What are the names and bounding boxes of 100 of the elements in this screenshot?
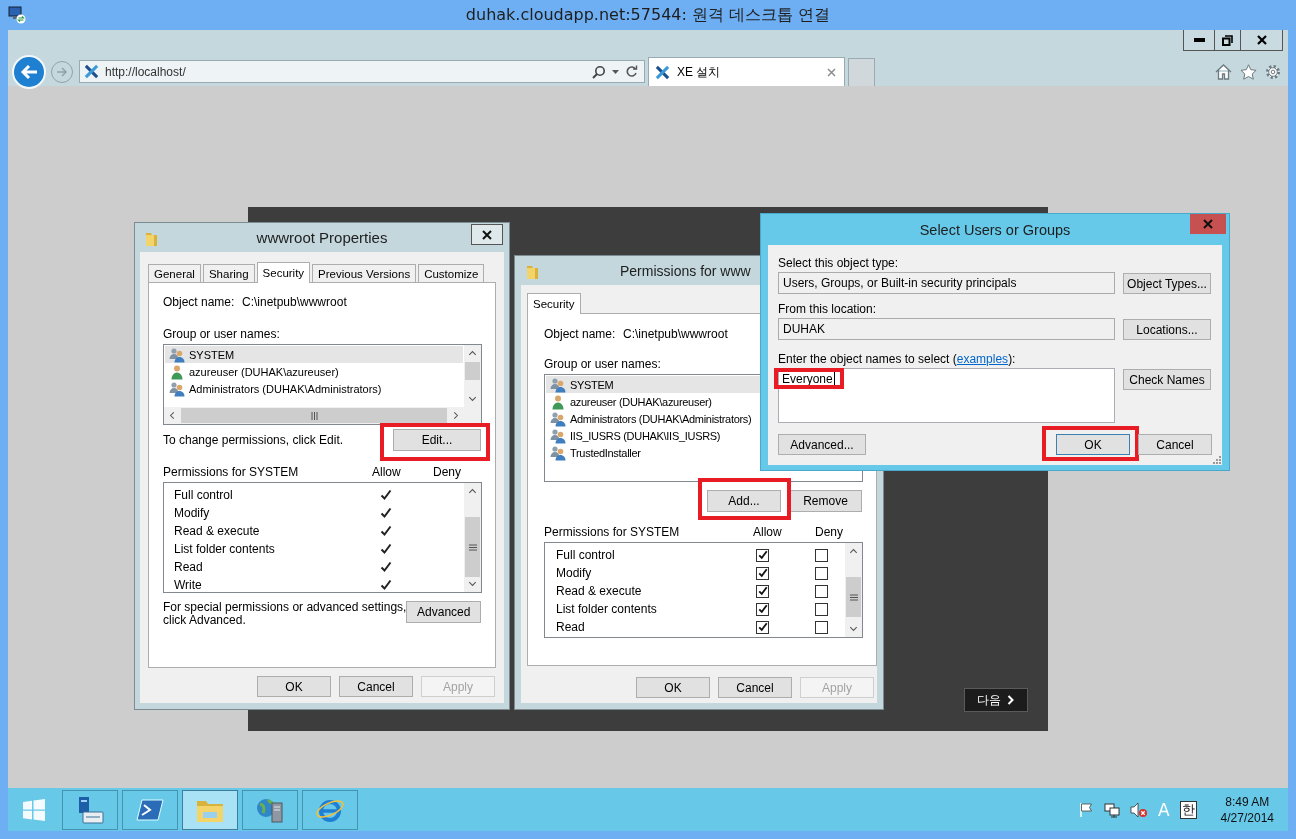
permission-name: Modify [555, 566, 593, 580]
list-item[interactable]: IIS_IUSRS (DUHAK\IIS_IUSRS) [546, 427, 760, 444]
scroll-thumb[interactable] [465, 362, 480, 380]
list-item[interactable]: azureuser (DUHAK\azureuser) [165, 363, 463, 380]
check-names-button[interactable]: Check Names [1123, 369, 1211, 390]
scroll-thumb[interactable] [181, 408, 447, 423]
close-button[interactable] [471, 224, 503, 245]
scrollbar[interactable] [845, 543, 862, 637]
group-icon [550, 410, 566, 427]
column-header: Deny [815, 525, 843, 539]
checkbox[interactable] [815, 602, 828, 616]
permission-name: Full control [555, 548, 616, 562]
settings-icon[interactable] [1265, 63, 1281, 80]
chevron-down-icon [468, 579, 477, 588]
checkbox[interactable] [756, 620, 769, 634]
permission-name: Read [555, 620, 586, 634]
checkmark-icon [757, 586, 768, 596]
checkbox[interactable] [815, 584, 828, 598]
next-button[interactable]: 다음 [964, 688, 1028, 712]
checkbox[interactable] [756, 584, 769, 598]
dialog-button[interactable]: OK [1056, 434, 1130, 455]
terminal-icon [136, 797, 164, 822]
checkmark-icon [757, 604, 768, 614]
checkbox[interactable] [815, 620, 828, 634]
input-method-indicator[interactable]: 한 [1179, 800, 1197, 819]
object-types-button[interactable]: Object Types... [1123, 273, 1211, 294]
permission-name: Full control [173, 488, 234, 502]
arrow-left-icon [20, 63, 38, 80]
permission-name: Write [173, 578, 203, 592]
folder-icon [145, 231, 158, 247]
folder-icon [526, 264, 539, 280]
speaker-muted-icon[interactable] [1129, 801, 1148, 818]
scroll-thumb[interactable] [846, 577, 861, 617]
windows-logo-icon [22, 797, 46, 822]
tab[interactable]: Sharing [202, 264, 255, 282]
clock-date: 4/27/2014 [1220, 809, 1274, 826]
taskbar-button[interactable] [122, 789, 178, 830]
refresh-icon[interactable] [625, 65, 638, 78]
list-item[interactable]: SYSTEM [165, 346, 463, 363]
add-button[interactable]: Add... [707, 490, 781, 512]
edit-button[interactable]: Edit... [393, 429, 481, 451]
permission-name: List folder contents [555, 602, 658, 616]
resize-grip-icon [1212, 455, 1221, 464]
dialog-title: Select Users or Groups [919, 221, 1071, 238]
list-item[interactable]: azureuser (DUHAK\azureuser) [546, 393, 760, 410]
minimize-icon [1193, 38, 1205, 42]
close-icon[interactable] [827, 67, 836, 77]
network-icon[interactable] [1103, 801, 1120, 818]
checkbox[interactable] [815, 566, 828, 580]
remote-desktop-icon [8, 6, 26, 24]
remove-button[interactable]: Remove [789, 490, 862, 512]
back-button[interactable] [12, 54, 46, 89]
scrollbar[interactable] [464, 483, 481, 592]
arrow-right-icon [56, 66, 68, 77]
list-item[interactable]: TrustedInstaller [546, 444, 760, 461]
address-bar[interactable]: http://localhost/ [79, 60, 645, 83]
dialog-button[interactable]: Cancel [718, 677, 792, 698]
chevron-up-icon [849, 547, 858, 556]
dialog-button[interactable]: OK [636, 677, 710, 698]
group-icon [169, 346, 185, 363]
field-label: Object name: [163, 295, 236, 309]
home-icon[interactable] [1215, 63, 1232, 80]
search-icon[interactable] [592, 64, 606, 79]
hint-text: To change permissions, click Edit. [163, 433, 344, 447]
dialog-button[interactable]: Cancel [1138, 434, 1212, 455]
checkbox[interactable] [756, 602, 769, 616]
advanced-button[interactable]: Advanced... [778, 434, 866, 455]
checkmark-icon [757, 568, 768, 578]
chevron-down-icon [468, 394, 477, 403]
column-header: Deny [433, 465, 461, 479]
tab[interactable]: General [148, 264, 201, 282]
taskbar-button[interactable] [182, 789, 238, 830]
scroll-thumb[interactable] [465, 517, 480, 577]
tab[interactable]: Previous Versions [312, 264, 417, 282]
chevron-right-icon [451, 411, 460, 420]
advanced-button[interactable]: Advanced [406, 601, 481, 623]
list-item[interactable]: Administrators (DUHAK\Administrators) [546, 410, 760, 427]
examples-link[interactable]: examples [956, 352, 1009, 366]
checkbox[interactable] [815, 548, 828, 562]
dialog-button[interactable]: Cancel [339, 676, 413, 697]
taskbar-button[interactable] [62, 789, 118, 830]
locations-button[interactable]: Locations... [1123, 319, 1211, 340]
dialog-button[interactable]: OK [257, 676, 331, 697]
star-icon[interactable] [1240, 63, 1257, 80]
caret-down-icon[interactable] [612, 69, 619, 74]
list-item[interactable]: Administrators (DUHAK\Administrators) [165, 380, 463, 397]
checkbox[interactable] [756, 566, 769, 580]
checkbox[interactable] [756, 548, 769, 562]
browser-tab[interactable]: XE 설치 [648, 57, 845, 86]
tab[interactable]: Security [527, 293, 581, 314]
tab[interactable]: Customize [418, 264, 485, 282]
readonly-field: DUHAK [778, 318, 1115, 340]
group-icon [550, 444, 566, 461]
user-icon [169, 363, 185, 380]
list-item[interactable]: SYSTEM [546, 376, 760, 393]
window-title: duhak.cloudapp.net:57544: 원격 데스크톱 연결 [465, 4, 831, 26]
tab[interactable]: Security [256, 262, 311, 283]
close-icon [482, 229, 492, 240]
flag-icon[interactable] [1077, 801, 1094, 818]
field-label: Group or user names: [544, 357, 661, 371]
